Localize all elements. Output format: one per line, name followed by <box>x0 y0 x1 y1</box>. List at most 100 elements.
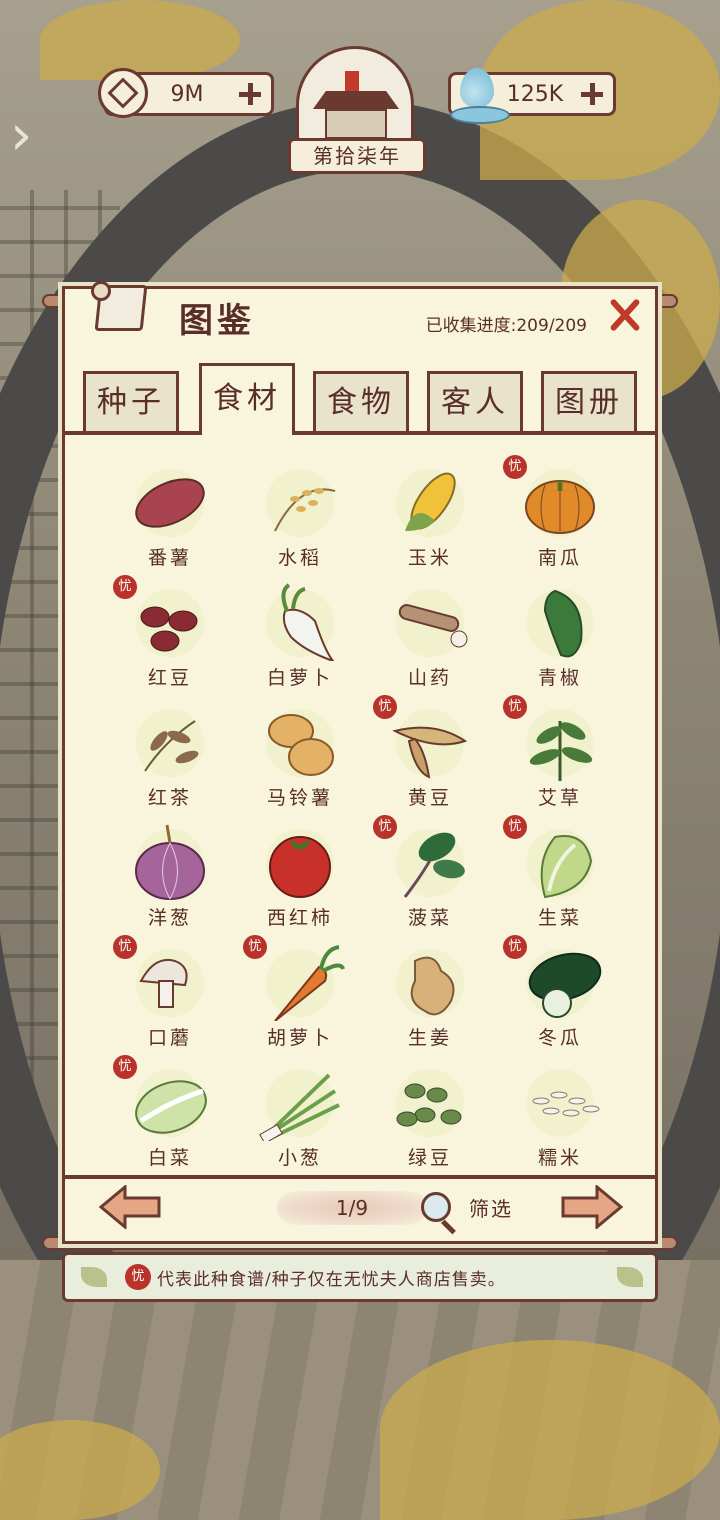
exclusive-badge-icon: 忧 <box>113 935 137 959</box>
tab-seeds[interactable]: 种子 <box>83 371 179 433</box>
tab-album[interactable]: 图册 <box>541 371 637 433</box>
ingredient-item[interactable]: 红茶 <box>105 697 235 817</box>
ingredient-item[interactable]: 忧口蘑 <box>105 935 235 1057</box>
ingredient-item[interactable]: 忧艾草 <box>495 695 625 817</box>
ingredient-name: 菠菜 <box>407 907 452 929</box>
ingredient-item[interactable]: 小葱 <box>235 1057 365 1177</box>
panel-title: 图鉴 <box>179 301 255 341</box>
glutinous-rice-icon <box>526 1069 600 1137</box>
add-coins-icon[interactable] <box>237 81 263 107</box>
ingredient-item[interactable]: 绿豆 <box>365 1057 495 1177</box>
ingredient-item[interactable]: 忧红豆 <box>105 575 235 697</box>
ingredient-item[interactable]: 忧胡萝卜 <box>235 935 365 1057</box>
ingredient-name: 番薯 <box>147 547 192 569</box>
lettuce-icon <box>526 829 594 899</box>
tab-divider <box>65 431 655 435</box>
ingredient-name: 白萝卜 <box>266 667 333 689</box>
footer-divider <box>65 1175 655 1179</box>
filter-button[interactable]: 筛选 <box>421 1185 513 1229</box>
ingredient-item[interactable]: 生姜 <box>365 937 495 1057</box>
add-water-icon[interactable] <box>579 81 605 107</box>
exclusive-badge-icon: 忧 <box>373 815 397 839</box>
ingredient-item[interactable]: 山药 <box>365 577 495 697</box>
tab-guests[interactable]: 客人 <box>427 371 523 433</box>
ingredient-item[interactable]: 西红柿 <box>235 817 365 937</box>
ingredient-item[interactable]: 青椒 <box>495 577 625 697</box>
notice-text: 代表此种食谱/种子仅在无忧夫人商店售卖。 <box>157 1269 506 1290</box>
exclusive-badge-icon: 忧 <box>113 1055 137 1079</box>
ingredient-name: 口蘑 <box>147 1027 192 1049</box>
ingredient-item[interactable]: 忧黄豆 <box>365 695 495 817</box>
close-icon[interactable] <box>607 297 643 333</box>
ginkgo-leaves-topleft <box>40 0 240 80</box>
ingredient-name: 马铃薯 <box>266 787 333 809</box>
mugwort-icon <box>526 709 594 781</box>
yam-icon <box>396 589 468 657</box>
ingredient-item[interactable]: 忧生菜 <box>495 815 625 937</box>
exclusive-badge-icon: 忧 <box>503 455 527 479</box>
ingredient-item[interactable]: 忧白菜 <box>105 1055 235 1177</box>
tomato-icon <box>266 829 334 898</box>
ingredient-name: 胡萝卜 <box>266 1027 333 1049</box>
ingredient-item[interactable]: 糯米 <box>495 1057 625 1177</box>
ingredient-name: 南瓜 <box>537 547 582 569</box>
ingredient-name: 红茶 <box>147 787 192 809</box>
ingredient-item[interactable]: 番薯 <box>105 457 235 577</box>
tab-food[interactable]: 食物 <box>313 371 409 433</box>
scroll-icon <box>87 281 153 337</box>
ingredient-name: 玉米 <box>407 547 452 569</box>
soybean-icon <box>392 709 468 779</box>
shop-notice: 忧 代表此种食谱/种子仅在无忧夫人商店售卖。 <box>62 1252 658 1302</box>
ingredient-name: 小葱 <box>277 1147 322 1169</box>
red-bean-icon <box>136 589 204 657</box>
panel-header: 图鉴 已收集进度:209/209 <box>65 281 655 345</box>
rice-icon <box>266 469 336 537</box>
green-pepper-icon <box>526 589 594 658</box>
ginger-icon <box>396 949 464 1017</box>
scallion-icon <box>259 1069 340 1141</box>
ingredient-item[interactable]: 洋葱 <box>105 817 235 937</box>
ingredient-item[interactable]: 忧冬瓜 <box>495 935 625 1057</box>
ingredient-name: 艾草 <box>537 787 582 809</box>
prev-page-button[interactable] <box>98 1183 161 1231</box>
spinach-icon <box>396 829 465 898</box>
ingredient-item[interactable]: 马铃薯 <box>235 697 365 817</box>
white-radish-icon <box>266 583 335 661</box>
category-tabs: 种子 食材 食物 客人 图册 <box>83 363 643 435</box>
potato-icon <box>266 709 334 777</box>
water-drop-icon <box>450 62 510 124</box>
encyclopedia-panel: 图鉴 已收集进度:209/209 种子 食材 食物 客人 图册 番薯 水稻 玉米忧南… <box>62 281 658 1244</box>
ginkgo-leaf-icon <box>617 1267 643 1287</box>
ingredient-name: 西红柿 <box>266 907 333 929</box>
ingredient-item[interactable]: 忧菠菜 <box>365 815 495 937</box>
ingredient-item[interactable]: 忧南瓜 <box>495 455 625 577</box>
ingredient-item[interactable]: 白萝卜 <box>235 577 365 697</box>
exclusive-badge-icon: 忧 <box>113 575 137 599</box>
ingredient-name: 青椒 <box>537 667 582 689</box>
ingredient-item[interactable]: 玉米 <box>365 457 495 577</box>
side-expand-icon[interactable]: › <box>10 108 32 164</box>
arrow-left-icon <box>98 1183 161 1231</box>
black-tea-icon <box>136 709 204 777</box>
ingredient-name: 生姜 <box>407 1027 452 1049</box>
exclusive-badge-icon: 忧 <box>503 935 527 959</box>
ginkgo-leaves-bottom <box>380 1340 720 1520</box>
next-page-button[interactable] <box>561 1183 624 1231</box>
corn-icon <box>396 469 464 537</box>
ingredient-name: 山药 <box>407 667 452 689</box>
sweet-potato-icon <box>135 469 205 537</box>
ingredient-name: 黄豆 <box>407 787 452 809</box>
tab-ingredients[interactable]: 食材 <box>199 363 295 435</box>
ingredient-name: 糯米 <box>537 1147 582 1169</box>
ingredient-name: 洋葱 <box>147 907 192 929</box>
ingredient-name: 白菜 <box>147 1147 192 1169</box>
magnifier-icon <box>421 1192 451 1222</box>
exclusive-badge-icon: 忧 <box>373 695 397 719</box>
ingredient-item[interactable]: 水稻 <box>235 457 365 577</box>
exclusive-badge-icon: 忧 <box>503 815 527 839</box>
exclusive-badge-icon: 忧 <box>243 935 267 959</box>
filter-label: 筛选 <box>469 1196 513 1221</box>
page-indicator: 1/9 <box>277 1191 427 1225</box>
ginkgo-leaf-icon <box>81 1267 107 1287</box>
exclusive-badge-icon: 忧 <box>125 1264 151 1290</box>
